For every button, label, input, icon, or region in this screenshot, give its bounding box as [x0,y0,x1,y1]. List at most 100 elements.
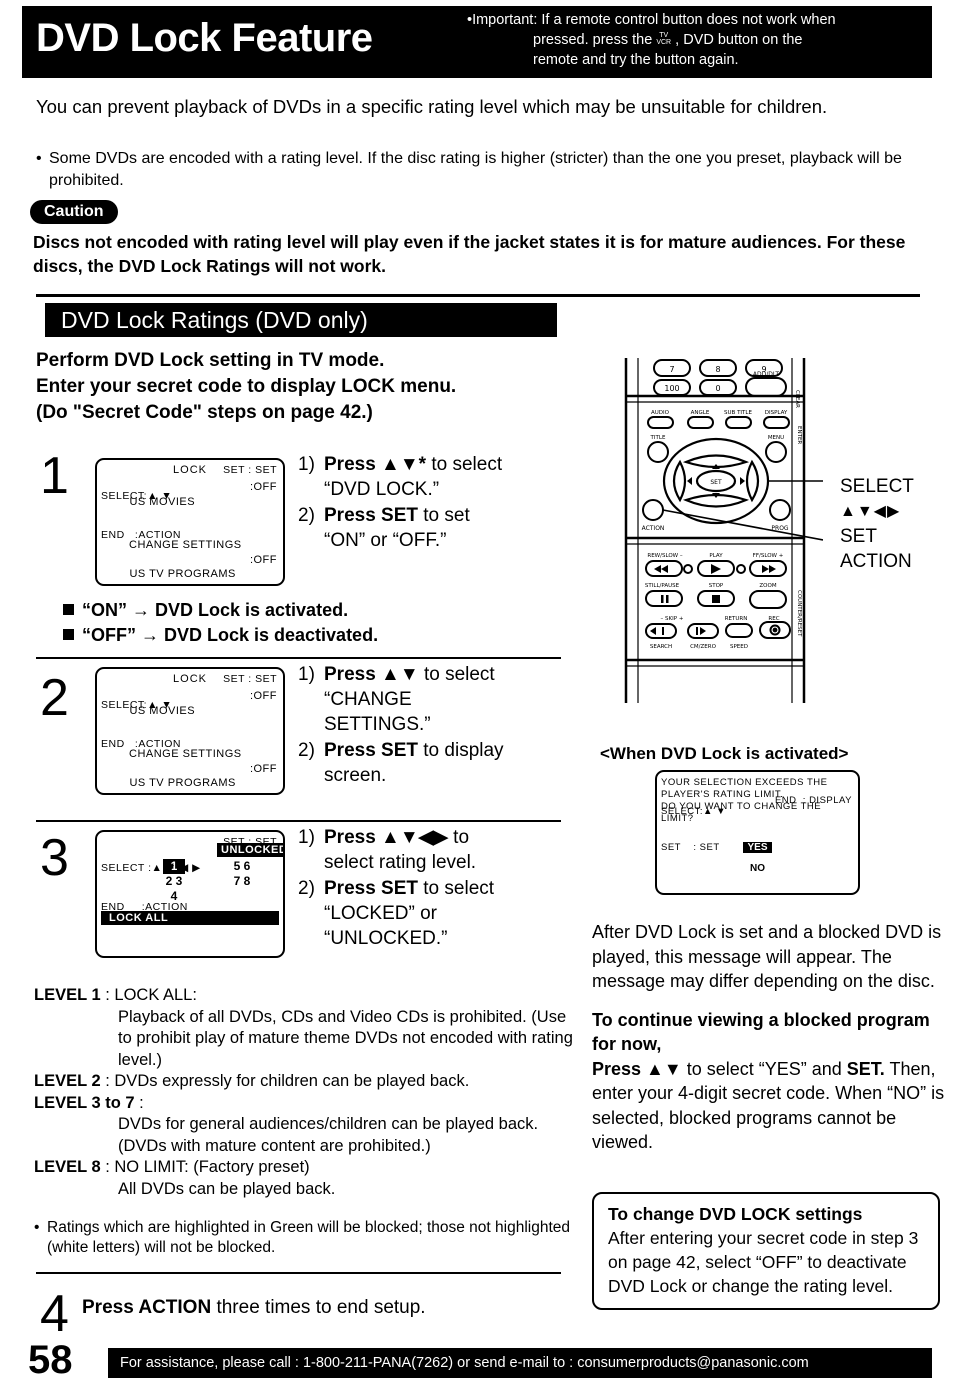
remote-control-svg: 7 8 9 100 0 ADD/DLT CLEAR AUDIO ANGLE SU… [624,358,824,703]
page-title: DVD Lock Feature [36,16,373,60]
svg-text:MENU: MENU [768,435,784,441]
osd-footer: SELECT :▲ ▼ ◀ ▶ END :ACTION SET : SET [101,836,279,953]
on-off-notes: “ON” → DVD Lock is activated. “OFF” → DV… [63,598,378,648]
important-line-2-a: pressed. press the [533,32,653,48]
osd-footer: SELECT:▲ ▼ SET : SET END : DISPLAY [661,782,854,890]
square-bullet-icon [63,604,74,615]
page-header-bar: DVD Lock Feature •Important: If a remote… [22,6,932,78]
intro-bullet: • Some DVDs are encoded with a rating le… [36,148,920,192]
section-intro-line-1: Perform DVD Lock setting in TV mode. [36,350,385,371]
svg-text:RETURN: RETURN [725,616,748,622]
svg-text:ACTION: ACTION [642,525,665,532]
right-para-2: To continue viewing a blocked program fo… [592,1009,945,1153]
level-descriptions: LEVEL 1 : LOCK ALL: Playback of all DVDs… [34,985,579,1200]
svg-text:SUB TITLE: SUB TITLE [724,410,752,416]
svg-text:DISPLAY: DISPLAY [765,410,788,416]
svg-text:– SKIP +: – SKIP + [661,616,684,622]
section-intro-line-3: (Do "Secret Code" steps on page 42.) [36,402,373,423]
section-divider [36,294,920,297]
square-bullet-icon [63,629,74,640]
callout-action: ACTION [840,551,912,572]
warning-foot-select: SELECT:▲ ▼ [661,806,726,817]
intro-paragraph: You can prevent playback of DVDs in a sp… [36,96,828,117]
svg-text:ZOOM: ZOOM [759,583,776,589]
osd-foot-end: END :ACTION [101,738,182,750]
svg-text:7: 7 [669,365,674,374]
svg-text:CM/ZERO: CM/ZERO [690,644,717,650]
osd-lock-menu-step1: LOCK US MOVIES :OFF CHANGE SETTINGS US T… [95,458,285,586]
intro-bullet-text: Some DVDs are encoded with a rating leve… [49,150,902,189]
step-3-item-2: 2) Press SET to select “LOCKED” or “UNLO… [298,878,495,949]
warning-foot-set: SET : SET [661,842,720,853]
caution-badge: Caution [30,200,118,224]
section-intro-line-2: Enter your secret code to display LOCK m… [36,376,457,397]
important-line-1: If a remote control button does not work… [541,12,836,28]
important-note: •Important: If a remote control button d… [467,10,922,71]
svg-text:0: 0 [715,384,720,393]
osd-footer: SELECT:▲ ▼ END :ACTION SET : SET [101,673,279,790]
svg-text:8: 8 [715,365,720,374]
green-note-text: Ratings which are highlighted in Green w… [47,1219,571,1256]
osd-foot-set: SET : SET [223,464,277,476]
callout-arrows: ▲▼◀▶ [840,503,901,520]
svg-text:SEARCH: SEARCH [650,644,672,650]
callout-set: SET [840,526,877,547]
svg-text:STOP: STOP [709,583,724,589]
level-3-to-7: LEVEL 3 to 7 : DVDs for general audience… [34,1093,539,1155]
manual-page: DVD Lock Feature •Important: If a remote… [0,0,954,1388]
svg-text:AUDIO: AUDIO [651,410,670,416]
page-number: 58 [28,1338,73,1382]
step-number-3: 3 [40,829,69,887]
step-3-item-1: 1) Press ▲▼◀▶ to select rating level. [298,827,477,873]
step-number-1: 1 [40,447,69,505]
important-line-2: pressed. press the TV VCR , DVD button o… [467,30,922,51]
bullet-marker: • [36,150,42,167]
step-2-item-2: 2) Press SET to display screen. [298,740,504,786]
osd-foot-select: SELECT:▲ ▼ [101,699,173,711]
right-para-1: After DVD Lock is set and a blocked DVD … [592,922,942,991]
remote-control-diagram: 7 8 9 100 0 ADD/DLT CLEAR AUDIO ANGLE SU… [608,358,824,703]
callout-select: SELECT [840,476,914,497]
svg-text:PLAY: PLAY [709,553,723,559]
important-label: •Important: [467,12,538,28]
level-8: LEVEL 8 : NO LIMIT: (Factory preset) All… [34,1158,336,1198]
osd-foot-select: SELECT :▲ ▼ ◀ ▶ [101,862,201,874]
caution-text: Discs not encoded with rating level will… [33,232,906,276]
when-activated-caption: <When DVD Lock is activated> [600,744,849,763]
svg-text:STILL/PAUSE: STILL/PAUSE [645,583,680,589]
osd-lock-menu-step2: LOCK US MOVIES :OFF CHANGE SETTINGS US T… [95,667,285,795]
osd-foot-set: SET : SET [223,836,277,848]
level-2: LEVEL 2 : DVDs expressly for children ca… [34,1072,470,1090]
svg-text:TITLE: TITLE [650,435,666,441]
step-1-instructions: 1) Press ▲▼* to select “DVD LOCK.” 2) Pr… [298,452,568,554]
step-divider-1 [36,657,561,659]
step-2-instructions: 1) Press ▲▼ to select “CHANGE SETTINGS.”… [298,662,568,789]
step-2-item-1: 1) Press ▲▼ to select “CHANGE SETTINGS.” [298,664,495,735]
important-line-3: remote and try the button again. [533,52,739,68]
svg-text:100: 100 [664,384,679,393]
svg-text:SET: SET [710,479,722,486]
note-off: “OFF” → DVD Lock is deactivated. [63,623,378,648]
osd-foot-select: SELECT:▲ ▼ [101,490,173,502]
footer-assistance-bar: For assistance, please call : 1-800-211-… [108,1348,932,1378]
step-number-4: 4 [40,1285,69,1343]
level-1: LEVEL 1 : LOCK ALL: Playback of all DVDs… [34,986,573,1069]
osd-foot-set: SET : SET [223,673,277,685]
right-column-text: After DVD Lock is set and a blocked DVD … [592,920,948,1169]
osd-foot-end: END :ACTION [101,529,182,541]
svg-text:COUNTER/RESET: COUNTER/RESET [796,590,802,637]
important-line-2-b: , DVD button on the [675,32,803,48]
svg-text:ANGLE: ANGLE [691,410,710,416]
svg-text:ENTER: ENTER [796,426,802,444]
step-1-item-2: 2) Press SET to set “ON” or “OFF.” [298,505,470,551]
warning-foot-end: END : DISPLAY [774,795,852,806]
tv-vcr-icon: TV VCR [656,32,672,47]
osd-footer: SELECT:▲ ▼ END :ACTION SET : SET [101,464,279,581]
section-intro: Perform DVD Lock setting in TV mode. Ent… [36,348,596,426]
osd-rating-grid-step3: UNLOCKED 1 2 3 4 5 6 7 8 LOCK ALL SELECT… [95,830,285,958]
step-number-2: 2 [40,669,69,727]
svg-text:FF/SLOW +: FF/SLOW + [753,553,784,559]
green-highlight-note: • Ratings which are highlighted in Green… [34,1218,579,1258]
boxnote-heading: To change DVD LOCK settings [608,1204,863,1224]
step-3-instructions: 1) Press ▲▼◀▶ to select rating level. 2)… [298,825,573,952]
